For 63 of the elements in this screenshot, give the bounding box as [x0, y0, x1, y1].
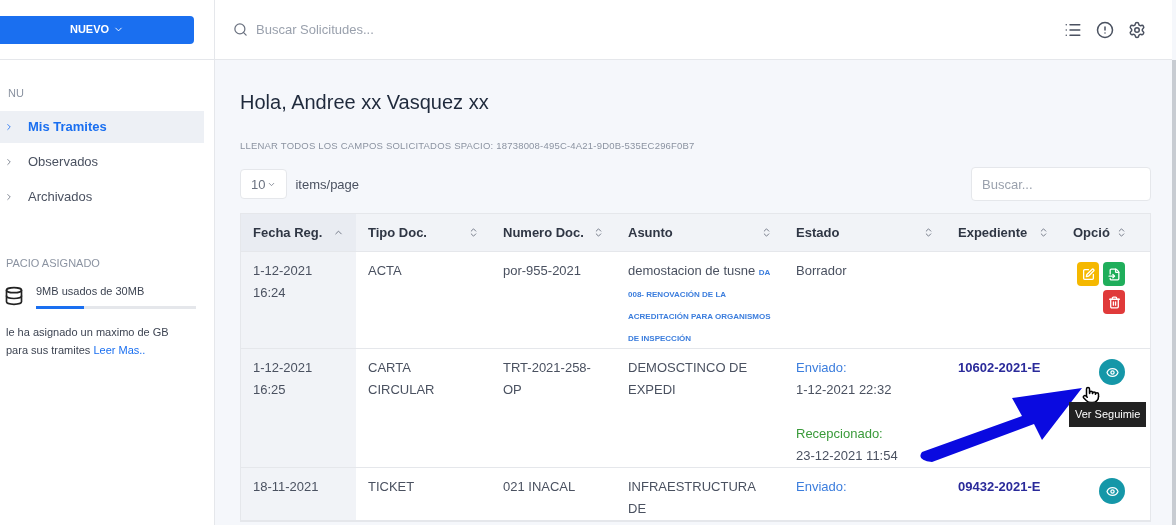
column-header[interactable]: Asunto — [616, 214, 784, 252]
status-label: Enviado: — [796, 478, 847, 497]
table-cell-text: 021 INACAL — [503, 478, 577, 497]
settings-icon[interactable] — [1128, 20, 1146, 39]
table-cell-text: DEMOSCTINCO DE EXPEDI — [628, 359, 749, 400]
table-cell-text: ACTA — [368, 262, 403, 281]
file-number-link[interactable]: 09432-2021-E — [958, 476, 1041, 499]
export-button[interactable] — [1103, 262, 1125, 287]
table-cell-text: CARTA CIRCULAR — [368, 359, 436, 400]
status-time: 23-12-2021 11:54 — [796, 447, 898, 466]
database-icon — [4, 285, 24, 306]
menu-heading: NU — [8, 86, 24, 101]
search-icon — [233, 22, 248, 37]
sidebar-item[interactable]: Archivados — [0, 180, 204, 213]
alert-icon[interactable] — [1096, 20, 1114, 39]
edit-button[interactable] — [1077, 262, 1099, 287]
scrollbar[interactable] — [1172, 60, 1176, 525]
column-header[interactable]: Estado — [784, 214, 946, 252]
view-button[interactable] — [1099, 359, 1125, 386]
table-cell-text: 16:24 — [253, 284, 286, 303]
new-button[interactable]: NUEVO — [0, 15, 194, 44]
view-icon — [1105, 484, 1119, 498]
column-header[interactable]: Tipo Doc. — [356, 214, 491, 252]
storage-heading: PACIO ASIGNADO — [6, 255, 100, 271]
table-cell-text: TICKET — [368, 478, 416, 497]
table-search-field[interactable]: Buscar... — [971, 167, 1151, 202]
table-cell-text: TRT-2021-258-OP — [503, 359, 592, 400]
greeting: Hola, Andree xx Vasquez xx — [240, 90, 489, 115]
table-cell-text: INFRAESTRUCTURA DE — [628, 478, 757, 519]
status-time: 1-12-2021 22:32 — [796, 381, 892, 400]
read-more-link[interactable]: Leer Mas.. — [93, 343, 146, 356]
status-label: Borrador — [796, 262, 847, 281]
page-size-select[interactable]: 10 — [240, 169, 288, 200]
chevron-icon — [4, 156, 14, 167]
table-cell-text: 1-12-2021 — [253, 262, 313, 281]
view-icon — [1105, 365, 1119, 379]
view-button[interactable] — [1099, 478, 1125, 505]
column-header[interactable]: Opció — [1061, 214, 1151, 252]
search-field[interactable]: Buscar Solicitudes... — [256, 19, 1064, 40]
storage-note: le ha asignado un maximo de GB para sus tramites Leer Mas.. — [6, 324, 170, 358]
chevron-icon — [4, 121, 14, 132]
sidebar-item[interactable]: Observados — [0, 145, 204, 178]
status-label: Recepcionado: — [796, 425, 883, 444]
edit-icon — [1081, 267, 1095, 281]
table-cell-text: 1-12-2021 — [253, 359, 313, 378]
column-header[interactable]: Fecha Reg. — [241, 214, 356, 252]
tooltip: Ver Seguimie — [1069, 402, 1147, 427]
table-cell-text: por-955-2021 — [503, 262, 583, 281]
delete-button[interactable] — [1103, 290, 1125, 315]
table-cell-text: 18-11-2021 — [253, 478, 319, 497]
chevron-icon — [4, 191, 14, 202]
delete-icon — [1107, 295, 1121, 309]
file-number-link[interactable]: 10602-2021-E — [958, 357, 1041, 380]
table-cell-text: demostacion de tusne DA 008- RENOVACIÓN DE LA ACREDITACIÓN PARA ORGANISMOS DE INSPECCIÓN — [628, 262, 772, 346]
sidebar-item[interactable]: Mis Tramites — [0, 110, 204, 143]
column-header[interactable]: Numero Doc. — [491, 214, 616, 252]
column-header[interactable]: Expediente — [946, 214, 1061, 252]
page-size-label: items/page — [295, 175, 360, 194]
storage-usage: 9MB usados de 30MB — [36, 284, 146, 299]
status-label: Enviado: — [796, 359, 847, 378]
export-icon — [1107, 267, 1121, 281]
subtitle: LLENAR TODOS LOS CAMPOS SOLICITADOS SPACIO: 18738008-495C-4A21-9D0B-535EC296F0B7 — [240, 139, 695, 153]
table-cell-text: 16:25 — [253, 381, 286, 400]
